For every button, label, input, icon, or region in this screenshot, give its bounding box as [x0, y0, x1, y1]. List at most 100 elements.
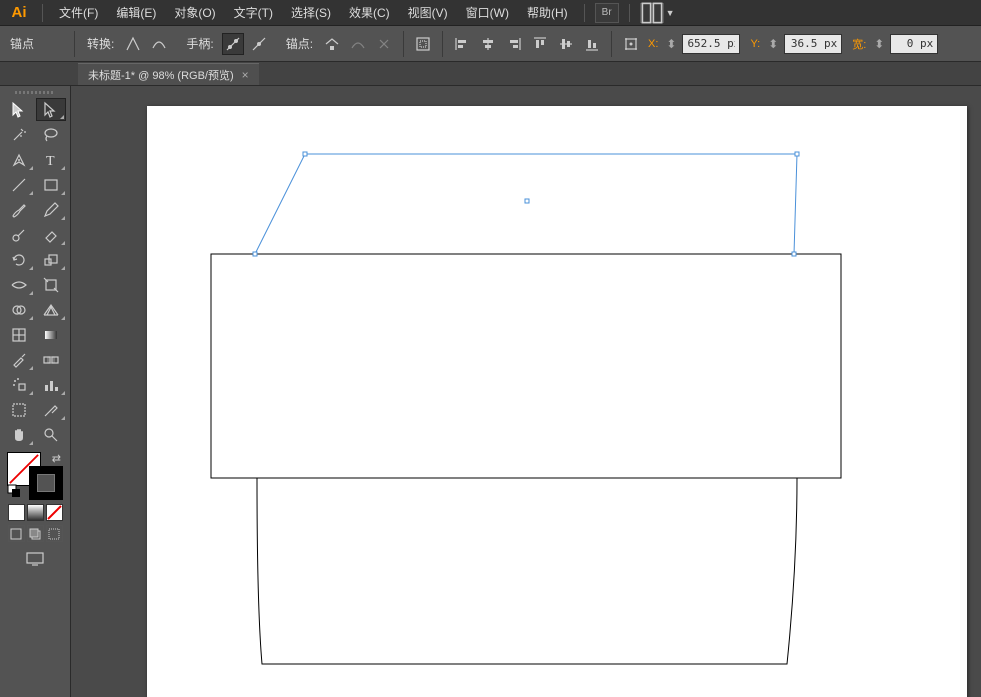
anchor-point[interactable] — [303, 152, 308, 157]
draw-normal-mode[interactable] — [8, 525, 25, 542]
isolate-button[interactable] — [412, 33, 434, 55]
color-mode-row — [8, 504, 63, 521]
anchor-context-label: 锚点 — [6, 35, 66, 52]
pen-tool[interactable] — [4, 148, 34, 171]
eraser-tool[interactable] — [36, 223, 66, 246]
align-bottom-button[interactable] — [581, 33, 603, 55]
align-left-button[interactable] — [451, 33, 473, 55]
anchor-point[interactable] — [792, 252, 797, 257]
handle-label: 手柄: — [182, 35, 217, 52]
blob-brush-tool[interactable] — [4, 223, 34, 246]
anchor-point[interactable] — [795, 152, 800, 157]
menu-view[interactable]: 视图(V) — [400, 1, 456, 24]
draw-inside-mode[interactable] — [46, 525, 63, 542]
width-tool[interactable] — [4, 273, 34, 296]
pencil-tool[interactable] — [36, 198, 66, 221]
anchor-ops-label: 锚点: — [282, 35, 317, 52]
y-stepper-icon[interactable]: ⬍ — [766, 34, 780, 54]
main-area: T — [0, 86, 981, 697]
perspective-grid-tool[interactable] — [36, 298, 66, 321]
selection-tool[interactable] — [4, 98, 34, 121]
dropdown-arrow-icon[interactable]: ▼ — [666, 8, 675, 18]
hand-tool[interactable] — [4, 423, 34, 446]
menu-help[interactable]: 帮助(H) — [519, 1, 576, 24]
menu-type[interactable]: 文字(T) — [226, 1, 281, 24]
line-tool[interactable] — [4, 173, 34, 196]
swap-fill-stroke-icon[interactable]: ⇄ — [52, 452, 61, 465]
canvas-area[interactable] — [71, 86, 981, 697]
show-handles-button[interactable] — [222, 33, 244, 55]
close-tab-button[interactable]: × — [242, 68, 249, 82]
fill-stroke-control[interactable]: ⇄ — [7, 452, 63, 500]
menu-separator — [629, 4, 630, 22]
tool-panel: T — [0, 86, 71, 697]
align-right-button[interactable] — [503, 33, 525, 55]
draw-behind-mode[interactable] — [27, 525, 44, 542]
color-mode-color[interactable] — [8, 504, 25, 521]
convert-corner-button[interactable] — [122, 33, 144, 55]
gradient-tool[interactable] — [36, 323, 66, 346]
type-tool[interactable]: T — [36, 148, 66, 171]
rotate-tool[interactable] — [4, 248, 34, 271]
reference-point-button[interactable] — [620, 33, 642, 55]
path-center-indicator[interactable] — [525, 199, 530, 204]
anchor-point[interactable] — [253, 252, 258, 257]
control-bar: 锚点 转换: 手柄: 锚点: X: ⬍ Y: ⬍ 宽: ⬍ — [0, 26, 981, 62]
default-fill-stroke-icon[interactable] — [7, 484, 21, 498]
menu-effect[interactable]: 效果(C) — [341, 1, 398, 24]
mesh-tool[interactable] — [4, 323, 34, 346]
connect-anchor-button[interactable] — [347, 33, 369, 55]
draw-mode-row — [8, 525, 63, 542]
align-top-button[interactable] — [529, 33, 551, 55]
menu-select[interactable]: 选择(S) — [283, 1, 339, 24]
rectangle-tool[interactable] — [36, 173, 66, 196]
cut-path-button[interactable] — [373, 33, 395, 55]
align-vcenter-button[interactable] — [555, 33, 577, 55]
x-input[interactable] — [682, 34, 740, 54]
scale-tool[interactable] — [36, 248, 66, 271]
column-graph-tool[interactable] — [36, 373, 66, 396]
artboard-tool[interactable] — [4, 398, 34, 421]
symbol-sprayer-tool[interactable] — [4, 373, 34, 396]
align-hcenter-button[interactable] — [477, 33, 499, 55]
document-tab-title: 未标题-1* @ 98% (RGB/预览) — [88, 67, 234, 83]
y-input[interactable] — [784, 34, 842, 54]
arrange-documents-icon[interactable] — [640, 3, 664, 23]
menu-edit[interactable]: 编辑(E) — [108, 1, 164, 24]
convert-smooth-button[interactable] — [148, 33, 170, 55]
tool-grid: T — [4, 98, 66, 446]
document-tab[interactable]: 未标题-1* @ 98% (RGB/预览) × — [78, 63, 259, 85]
blend-tool[interactable] — [36, 348, 66, 371]
paintbrush-tool[interactable] — [4, 198, 34, 221]
y-label: Y: — [748, 38, 762, 50]
w-stepper-icon[interactable]: ⬍ — [872, 34, 886, 54]
menu-separator — [584, 4, 585, 22]
lasso-tool[interactable] — [36, 123, 66, 146]
x-stepper-icon[interactable]: ⬍ — [664, 34, 678, 54]
zoom-tool[interactable] — [36, 423, 66, 446]
svg-text:T: T — [46, 154, 55, 169]
free-transform-tool[interactable] — [36, 273, 66, 296]
separator — [442, 31, 443, 57]
remove-anchor-button[interactable] — [321, 33, 343, 55]
menu-file[interactable]: 文件(F) — [51, 1, 106, 24]
separator — [611, 31, 612, 57]
artboard[interactable] — [147, 106, 967, 697]
magic-wand-tool[interactable] — [4, 123, 34, 146]
slice-tool[interactable] — [36, 398, 66, 421]
panel-grip[interactable] — [4, 88, 66, 96]
menu-object[interactable]: 对象(O) — [166, 1, 223, 24]
bridge-icon[interactable]: Br — [595, 3, 619, 23]
color-mode-gradient[interactable] — [27, 504, 44, 521]
color-mode-none[interactable] — [46, 504, 63, 521]
screen-mode-button[interactable] — [22, 548, 48, 570]
shape-builder-tool[interactable] — [4, 298, 34, 321]
eyedropper-tool[interactable] — [4, 348, 34, 371]
hide-handles-button[interactable] — [248, 33, 270, 55]
width-input[interactable] — [890, 34, 938, 54]
stroke-swatch[interactable] — [29, 466, 63, 500]
x-label: X: — [646, 38, 660, 50]
convert-label: 转换: — [83, 35, 118, 52]
direct-selection-tool[interactable] — [36, 98, 66, 121]
menu-window[interactable]: 窗口(W) — [458, 1, 517, 24]
